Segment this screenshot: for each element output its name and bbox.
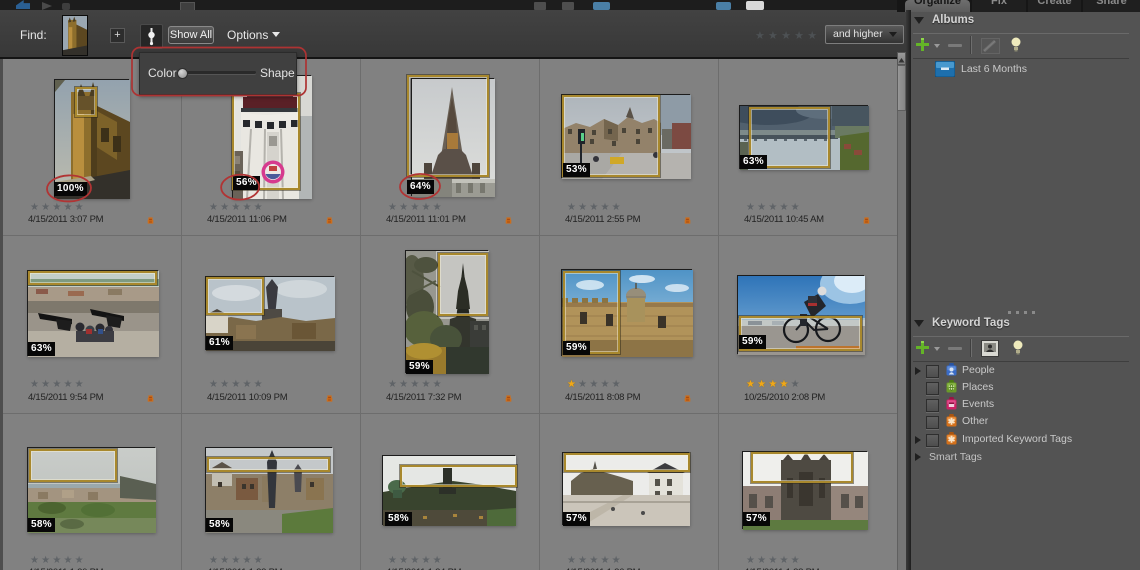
svg-text:✱: ✱ xyxy=(948,417,956,427)
svg-text:✱: ✱ xyxy=(948,435,956,445)
